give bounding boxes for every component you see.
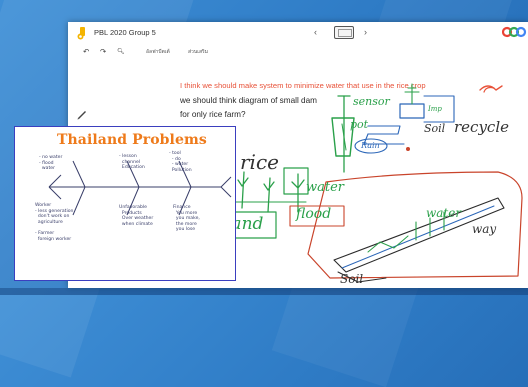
taskbar — [0, 288, 528, 295]
handwriting-water-right: water — [426, 206, 462, 220]
fishbone-cause-note: Unfavorable Products Over weather when c… — [119, 205, 154, 227]
handwriting-pump: Imp — [428, 105, 442, 113]
handwriting-water: water — [306, 180, 345, 195]
handwriting-recycle: recycle — [454, 118, 509, 136]
fishbone-cause-note: Finance You more you make, the more you … — [173, 205, 200, 233]
fishbone-cause-note: - tool - do - water Pollution — [169, 151, 192, 173]
valve-dot — [406, 147, 410, 151]
handwriting-soil-bottom: Soil — [340, 272, 364, 286]
water-flow-stroke — [341, 205, 495, 269]
rice-plant-stroke — [263, 177, 275, 213]
handwriting-flood: flood — [296, 206, 332, 222]
handwriting-sensor: sensor — [353, 95, 390, 108]
handwriting-rice: rice — [240, 150, 279, 174]
plant-stroke — [404, 83, 420, 105]
fishbone-cause-note: - no water - flood water — [39, 155, 63, 172]
handwriting-way: way — [472, 222, 497, 236]
fish-tail — [220, 176, 232, 198]
fishbone-cause-note: - lesson channel Education — [119, 154, 145, 171]
fishbone-cause-note: Worker - less generation don't work on a… — [35, 203, 74, 242]
pump-box-stroke — [399, 103, 425, 119]
handwriting-soil-top: Soil — [424, 122, 446, 135]
arrow-stroke — [483, 86, 495, 93]
field-box-stroke — [283, 167, 309, 195]
handwriting-pot: pot — [350, 118, 369, 131]
rice-plant-stroke — [237, 171, 249, 209]
pipe-stroke — [367, 125, 401, 135]
handwriting-rain: Rain — [361, 141, 380, 150]
fishbone-diagram-image[interactable]: Thailand Problems - no water - flood wat… — [14, 126, 236, 281]
